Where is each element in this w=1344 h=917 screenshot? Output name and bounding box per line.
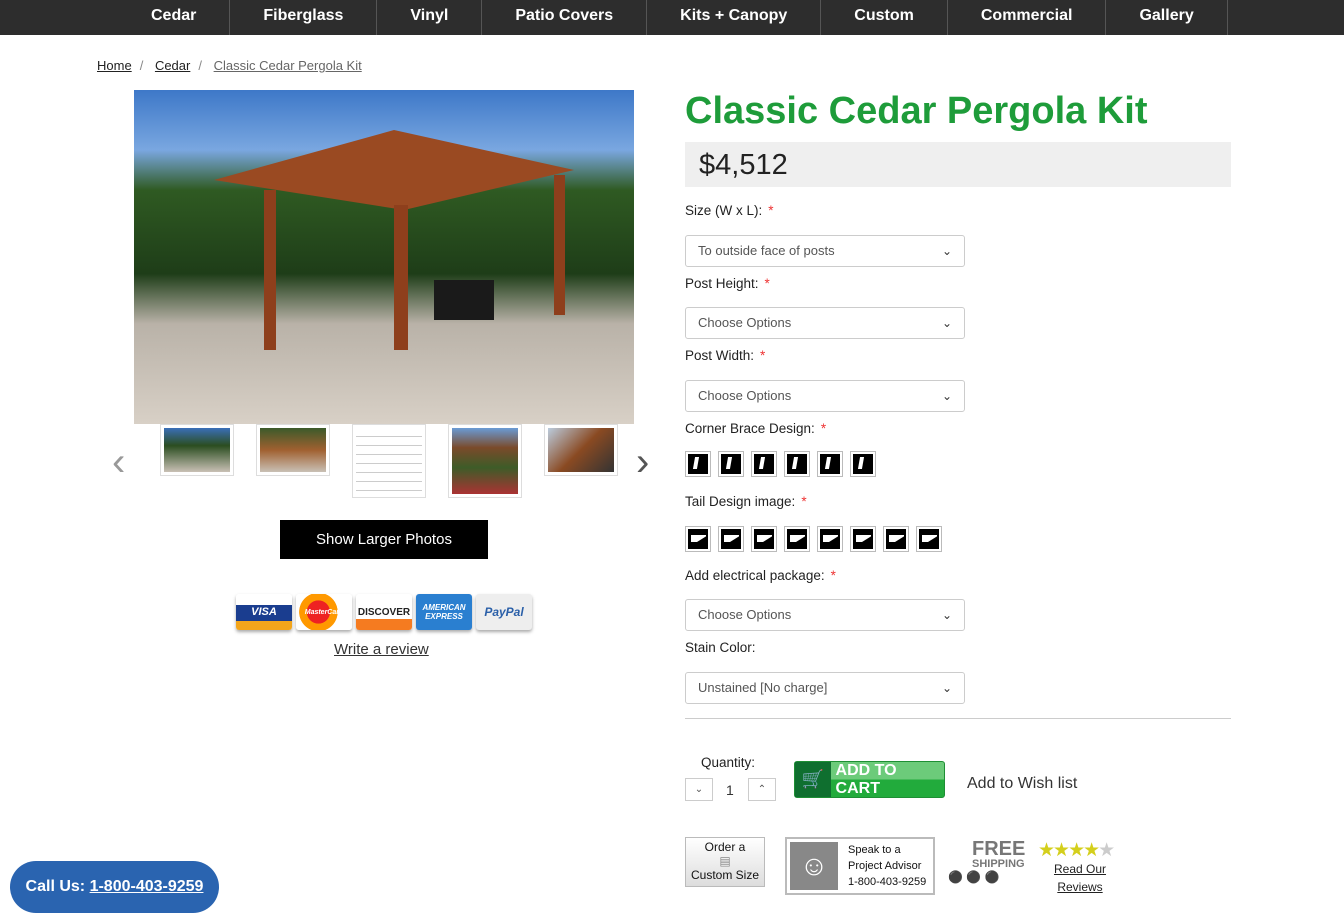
thumbnail[interactable] (256, 424, 330, 476)
swatch-straight[interactable] (850, 451, 876, 477)
free-shipping-badge: FREE SHIPPING ⚫ ⚫ ⚫ (948, 838, 1026, 884)
swatch-horizon[interactable] (784, 451, 810, 477)
nav-gallery[interactable]: Gallery (1106, 0, 1228, 35)
headset-advisor-icon: ☺ (790, 842, 838, 890)
swatch-napa[interactable] (817, 451, 843, 477)
top-nav: Cedar Fiberglass Vinyl Patio Covers Kits… (0, 0, 1344, 35)
truck-icon: ⚫ ⚫ ⚫ (948, 870, 1000, 884)
stain-color-select[interactable]: Unstained [No charge] ⌄ (685, 672, 965, 704)
chevron-down-icon: ⌄ (941, 608, 952, 622)
tail-design-label: Tail Design image: * (685, 494, 807, 509)
post-height-select[interactable]: Choose Options ⌄ (685, 307, 965, 339)
thumbnail[interactable] (160, 424, 234, 476)
breadcrumb-current[interactable]: Classic Cedar Pergola Kit (214, 58, 362, 73)
size-select[interactable]: To outside face of posts ⌄ (685, 235, 965, 267)
chevron-down-icon: ⌄ (941, 389, 952, 403)
electrical-select[interactable]: Choose Options ⌄ (685, 599, 965, 631)
gallery-prev-arrow[interactable]: ‹ (112, 440, 125, 485)
project-advisor-badge[interactable]: ☺ Speak to a Project Advisor 1-800-403-925… (785, 837, 935, 895)
thumbnail[interactable] (448, 424, 522, 498)
payment-logos: VISA MasterCard DISCOVER AMERICAN EXPRES… (236, 594, 532, 630)
stain-color-label: Stain Color: (685, 640, 756, 655)
chevron-down-icon: ⌄ (941, 316, 952, 330)
swatch-craftsman[interactable] (718, 526, 744, 552)
rating-stars: ★★★★★ (1038, 840, 1115, 861)
nav-commercial[interactable]: Commercial (948, 0, 1107, 35)
gallery-next-arrow[interactable]: › (636, 440, 649, 485)
thumbnail[interactable] (352, 424, 426, 498)
breadcrumb-cedar[interactable]: Cedar (155, 58, 190, 73)
discover-logo: DISCOVER (356, 594, 412, 630)
mastercard-logo: MasterCard (296, 594, 352, 630)
visa-logo: VISA (236, 594, 292, 630)
swatch-half-moon[interactable] (685, 451, 711, 477)
swatch-holiday[interactable] (751, 451, 777, 477)
product-price: $4,512 (685, 142, 1231, 187)
size-label: Size (W x L): * (685, 203, 774, 218)
paypal-logo: PayPal (476, 594, 532, 630)
read-reviews-link[interactable]: Read Our Reviews (1040, 860, 1120, 896)
nav-cedar[interactable]: Cedar (118, 0, 231, 35)
thumbnail[interactable] (544, 424, 618, 476)
chevron-down-icon: ⌄ (941, 244, 952, 258)
nav-fiberglass[interactable]: Fiberglass (230, 0, 378, 35)
swatch-kensington[interactable] (784, 526, 810, 552)
quantity-increase-button[interactable]: ⌃ (748, 778, 776, 801)
nav-custom[interactable]: Custom (821, 0, 948, 35)
electrical-label: Add electrical package: * (685, 568, 836, 583)
amex-logo: AMERICAN EXPRESS (416, 594, 472, 630)
call-us-button[interactable]: Call Us: 1-800-403-9259 (10, 861, 219, 913)
tail-design-swatches (685, 526, 942, 552)
product-title: Classic Cedar Pergola Kit (685, 90, 1148, 132)
thumbnail-strip (160, 424, 618, 498)
breadcrumb-home[interactable]: Home (97, 58, 132, 73)
swatch-broad[interactable] (718, 451, 744, 477)
write-review-link[interactable]: Write a review (334, 641, 429, 658)
pergola-illustration (214, 130, 574, 350)
nav-vinyl[interactable]: Vinyl (377, 0, 483, 35)
main-product-image[interactable] (134, 90, 634, 424)
quantity-decrease-button[interactable]: ⌄ (685, 778, 713, 801)
call-phone-link[interactable]: 1-800-403-9259 (90, 878, 204, 895)
corner-brace-swatches (685, 451, 876, 477)
swatch-napa[interactable] (850, 526, 876, 552)
post-width-select[interactable]: Choose Options ⌄ (685, 380, 965, 412)
post-width-label: Post Width: * (685, 348, 766, 363)
nav-patio-covers[interactable]: Patio Covers (482, 0, 648, 35)
swatch-modern[interactable] (817, 526, 843, 552)
breadcrumb: Home / Cedar / Classic Cedar Pergola Kit (97, 58, 362, 73)
add-to-wishlist-link[interactable]: Add to Wish list (967, 775, 1077, 793)
divider (685, 718, 1231, 719)
corner-brace-label: Corner Brace Design: * (685, 421, 827, 436)
cart-icon: 🛒 (795, 762, 831, 797)
swatch-spartan[interactable] (883, 526, 909, 552)
order-custom-size-button[interactable]: Order a ▤ Custom Size (685, 837, 765, 887)
chevron-down-icon: ⌄ (941, 681, 952, 695)
nav-kits-canopy[interactable]: Kits + Canopy (647, 0, 822, 35)
show-larger-photos-button[interactable]: Show Larger Photos (280, 520, 488, 559)
quantity-value[interactable]: 1 (726, 782, 734, 798)
swatch-windsor[interactable] (916, 526, 942, 552)
document-icon: ▤ (719, 854, 731, 868)
swatch-american[interactable] (685, 526, 711, 552)
quantity-label: Quantity: (701, 755, 756, 770)
post-height-label: Post Height: * (685, 276, 770, 291)
swatch-crescent[interactable] (751, 526, 777, 552)
add-to-cart-button[interactable]: 🛒 ADD TO CART (794, 761, 945, 798)
